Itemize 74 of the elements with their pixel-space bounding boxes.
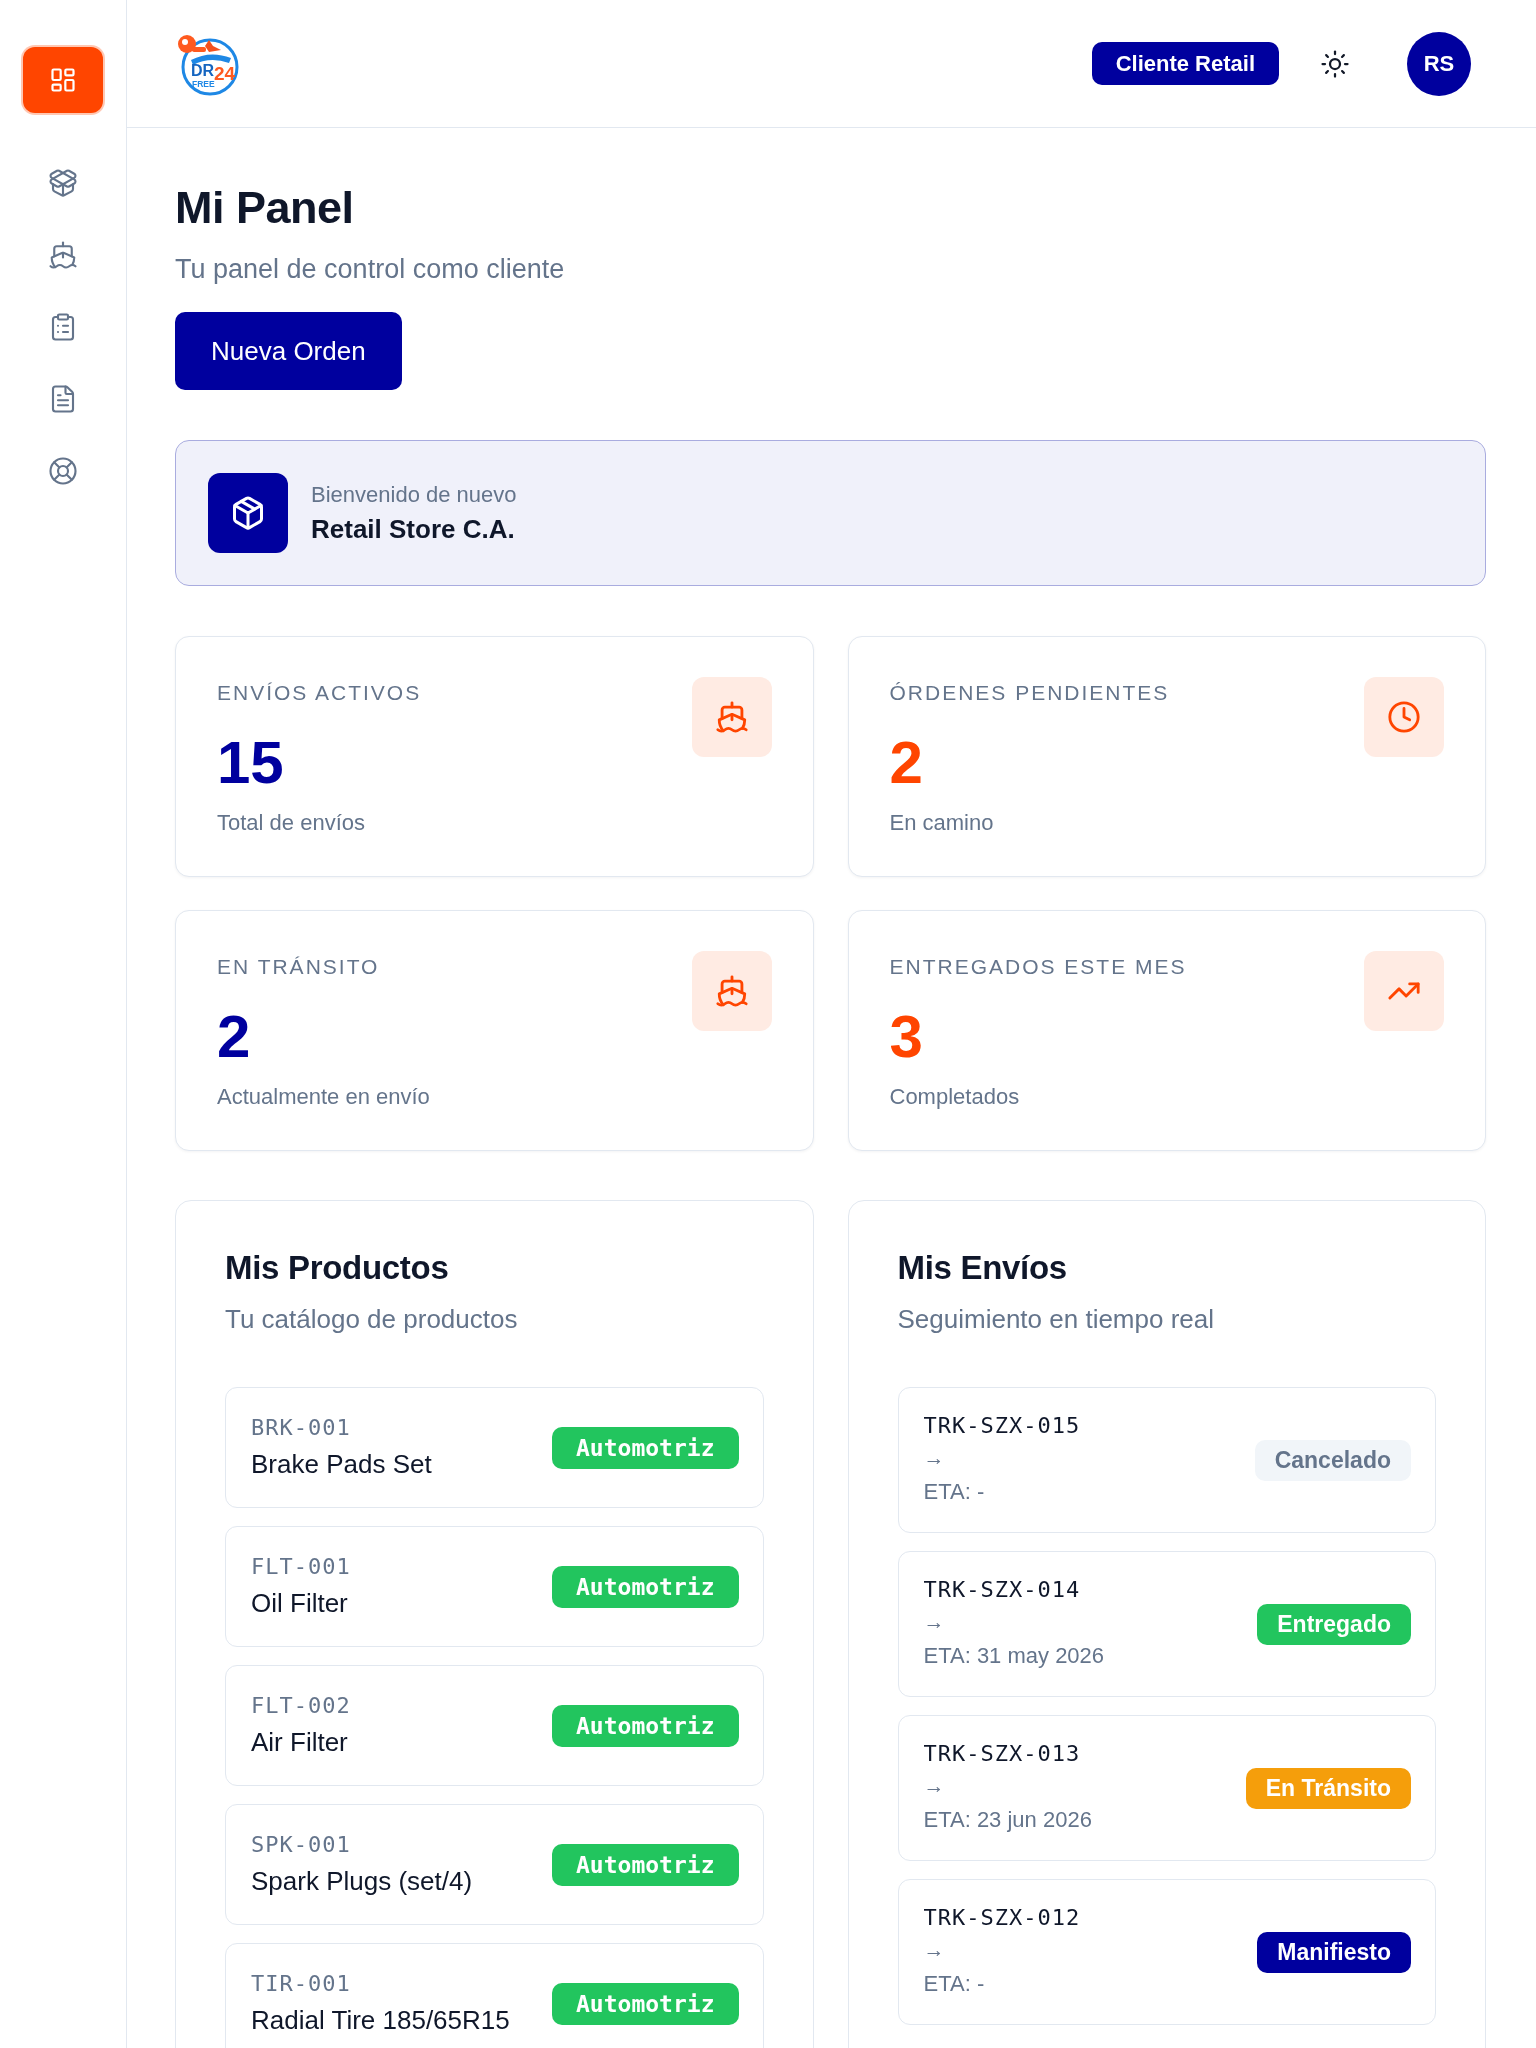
ship-icon — [691, 951, 772, 1031]
category-tag: Automotriz — [552, 1565, 739, 1608]
category-tag: Automotriz — [552, 1843, 739, 1886]
eta-text: ETA: 31 may 2026 — [923, 1642, 1105, 1670]
panel-title: Mis Envíos — [897, 1248, 1067, 1288]
stat-value: 3 — [889, 1005, 923, 1069]
route-arrow: → — [923, 1937, 945, 1963]
product-code: TIR-001 — [251, 1970, 351, 1998]
product-code: BRK-001 — [251, 1414, 351, 1442]
stat-value: 2 — [889, 731, 923, 795]
product-code: SPK-001 — [251, 1831, 351, 1859]
user-avatar[interactable]: RS — [1407, 31, 1471, 96]
eta-text: ETA: 23 jun 2026 — [923, 1806, 1092, 1834]
shipment-row[interactable]: TRK-SZX-012 → ETA: - Manifiesto — [897, 1879, 1436, 2025]
stat-label: ÓRDENES PENDIENTES — [889, 680, 1170, 706]
stat-label: ENVÍOS ACTIVOS — [217, 680, 422, 706]
new-order-button[interactable]: Nueva Orden — [175, 312, 402, 390]
page-title: Mi Panel — [175, 181, 354, 235]
route-arrow: → — [923, 1445, 945, 1471]
route-arrow: → — [923, 1609, 945, 1635]
customer-name: Retail Store C.A. — [311, 513, 515, 546]
product-name: Radial Tire 185/65R15 — [251, 2004, 510, 2037]
product-name: Spark Plugs (set/4) — [251, 1865, 473, 1898]
dashboard-icon — [49, 66, 77, 94]
shipment-row[interactable]: TRK-SZX-013 → ETA: 23 jun 2026 En Tránsito — [897, 1715, 1436, 1861]
stat-label: ENTREGADOS ESTE MES — [889, 954, 1187, 980]
shipment-row[interactable]: TRK-SZX-015 → ETA: - Cancelado — [897, 1387, 1436, 1533]
route-arrow: → — [923, 1773, 945, 1799]
stat-caption: Completados — [889, 1083, 1020, 1111]
product-name: Oil Filter — [251, 1587, 348, 1620]
product-row[interactable]: FLT-001 Oil Filter Automotriz — [225, 1526, 764, 1647]
sun-icon — [1320, 48, 1350, 79]
status-tag: Cancelado — [1254, 1439, 1411, 1481]
package-icon — [208, 473, 288, 553]
stat-caption: En camino — [889, 809, 994, 837]
trend-up-icon — [1364, 951, 1444, 1031]
stat-value: 2 — [217, 1005, 251, 1069]
nav-button[interactable] — [23, 47, 103, 113]
tracking-number: TRK-SZX-013 — [923, 1740, 1081, 1768]
eta-text: ETA: - — [923, 1970, 985, 1998]
product-code: FLT-002 — [251, 1692, 351, 1720]
open-box-icon — [48, 168, 78, 198]
product-row[interactable]: SPK-001 Spark Plugs (set/4) Automotriz — [225, 1804, 764, 1925]
ship-icon — [691, 677, 772, 757]
welcome-greeting: Bienvenido de nuevo — [311, 481, 517, 509]
product-name: Brake Pads Set — [251, 1448, 432, 1481]
panel-title: Mis Productos — [225, 1248, 449, 1288]
product-name: Air Filter — [251, 1726, 348, 1759]
life-buoy-icon — [48, 456, 78, 486]
category-tag: Automotriz — [552, 1982, 739, 2025]
status-tag: Entregado — [1257, 1603, 1411, 1645]
panel-subtitle: Seguimiento en tiempo real — [897, 1303, 1215, 1336]
panel-subtitle: Tu catálogo de productos — [225, 1303, 518, 1336]
stat-label: EN TRÁNSITO — [217, 954, 380, 980]
role-badge: Cliente Retail — [1091, 42, 1279, 85]
category-tag: Automotriz — [552, 1426, 739, 1469]
product-code: FLT-001 — [251, 1553, 351, 1581]
clock-icon — [1364, 677, 1444, 757]
page-subtitle: Tu panel de control como cliente — [175, 253, 565, 286]
tracking-number: TRK-SZX-012 — [923, 1904, 1081, 1932]
stat-value: 15 — [217, 731, 284, 795]
product-row[interactable]: BRK-001 Brake Pads Set Automotriz — [225, 1387, 764, 1508]
shipment-row[interactable]: TRK-SZX-014 → ETA: 31 may 2026 Entregado — [897, 1551, 1436, 1697]
category-tag: Automotriz — [552, 1704, 739, 1747]
eta-text: ETA: - — [923, 1478, 985, 1506]
stat-caption: Total de envíos — [217, 809, 365, 837]
product-row[interactable]: FLT-002 Air Filter Automotriz — [225, 1665, 764, 1786]
status-tag: En Tránsito — [1245, 1767, 1411, 1809]
tracking-number: TRK-SZX-015 — [923, 1412, 1081, 1440]
ship-icon — [48, 240, 78, 270]
tracking-number: TRK-SZX-014 — [923, 1576, 1081, 1604]
status-tag: Manifiesto — [1257, 1931, 1411, 1973]
product-row[interactable]: TIR-001 Radial Tire 185/65R15 Automotriz — [225, 1943, 764, 2048]
stat-caption: Actualmente en envío — [217, 1083, 430, 1111]
